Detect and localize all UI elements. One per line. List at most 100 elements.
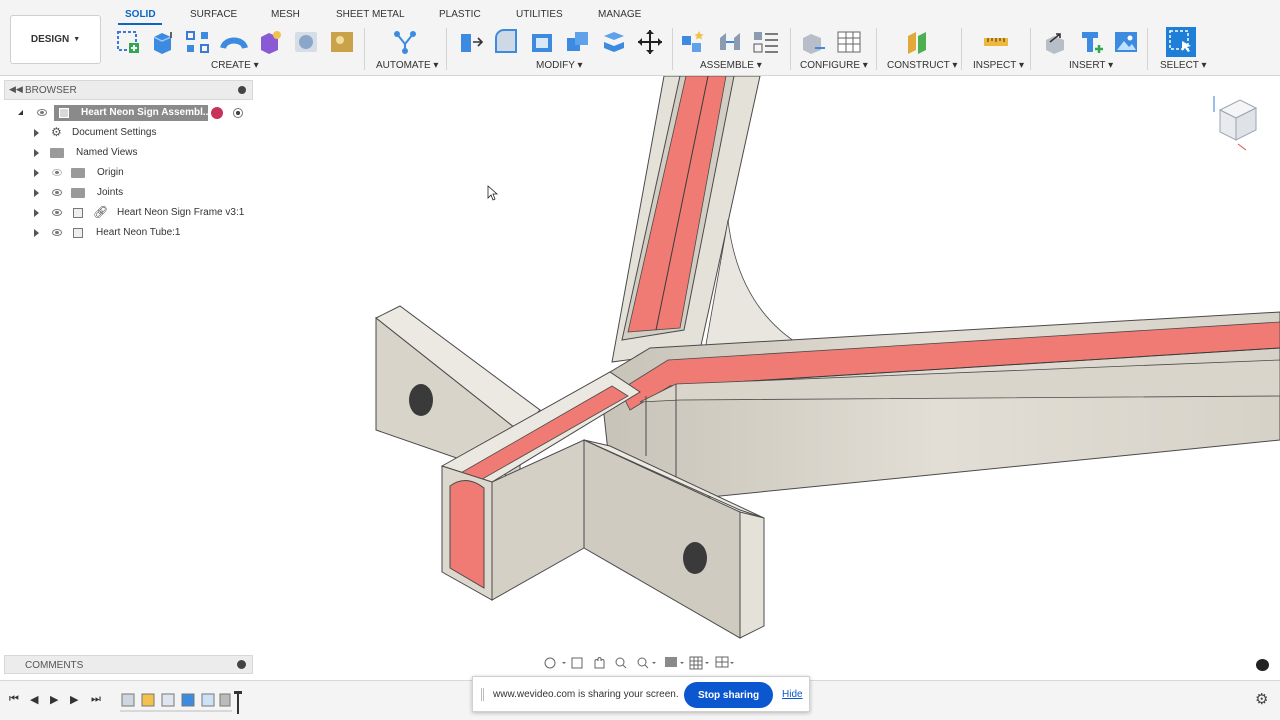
move-icon[interactable] [636,28,664,56]
expand-arrow-icon[interactable] [34,169,39,177]
tab-active-indicator [118,23,162,25]
sweep-icon[interactable] [220,28,248,56]
activate-radio-icon[interactable] [233,108,243,118]
tab-utilities[interactable]: UTILITIES [516,9,563,20]
configuration-table-icon[interactable] [835,28,863,56]
tab-manage[interactable]: MANAGE [598,9,641,20]
orbit-icon[interactable] [544,657,566,669]
expand-arrow-icon[interactable] [34,129,39,137]
tab-surface[interactable]: SURFACE [190,9,237,20]
browser-item-joints[interactable]: Joints [0,183,250,203]
combine-icon[interactable] [564,28,592,56]
browser-item-origin[interactable]: Origin [0,163,250,183]
feedback-icon[interactable] [1256,659,1269,671]
automate-group-label[interactable]: AUTOMATE ▾ [376,60,438,71]
hidden-eye-icon[interactable] [52,169,62,176]
new-component-icon[interactable] [679,28,707,56]
step-back-icon[interactable]: ◀ [30,693,38,706]
comments-panel-header[interactable]: COMMENTS [4,655,253,674]
browser-item-named-views[interactable]: Named Views [0,143,250,163]
expand-arrow-icon[interactable] [34,209,39,217]
expanded-arrow-icon[interactable] [18,110,23,115]
browser-root-item[interactable]: Heart Neon Sign Assembl... [0,103,250,123]
visibility-eye-icon[interactable] [37,109,47,116]
modify-group-label[interactable]: MODIFY ▾ [536,60,583,71]
stop-sharing-button[interactable]: Stop sharing [684,682,773,708]
tab-mesh[interactable]: MESH [271,9,300,20]
visibility-eye-icon[interactable] [52,209,62,216]
mounting-hole [683,542,707,574]
bill-of-materials-icon[interactable] [752,28,780,56]
viewcube-icon[interactable] [1208,92,1264,152]
browser-item-heart-neon-sign-frame[interactable]: 🔗︎ Heart Neon Sign Frame v3:1 [0,203,250,223]
pan-icon[interactable] [594,657,605,669]
select-group-label[interactable]: SELECT ▾ [1160,60,1207,71]
shell-icon[interactable] [528,28,556,56]
inspect-group-label[interactable]: INSPECT ▾ [973,60,1024,71]
create-sketch-icon[interactable] [114,28,142,56]
look-at-icon[interactable] [571,657,583,669]
panel-pin-icon[interactable] [238,86,246,94]
insert-mesh-icon[interactable] [292,28,320,56]
timeline-features[interactable] [120,689,246,717]
insert-group-label[interactable]: INSERT ▾ [1069,60,1113,71]
joint-icon[interactable] [716,28,744,56]
browser-panel-header[interactable]: ◀◀ BROWSER [4,80,253,100]
measure-icon[interactable] [982,28,1010,56]
expand-arrow-icon[interactable] [34,229,39,237]
fillet-icon[interactable] [492,28,520,56]
press-pull-icon[interactable] [456,28,484,56]
browser-item-document-settings[interactable]: ⚙ Document Settings [0,123,250,143]
offset-plane-icon[interactable] [904,28,932,56]
tab-plastic[interactable]: PLASTIC [439,9,481,20]
item-label: Heart Neon Tube:1 [96,227,181,238]
design-workspace-button[interactable]: DESIGN ▼ [10,15,101,64]
configuration-badge-icon[interactable] [211,107,223,119]
configure-icon[interactable] [799,28,827,56]
expand-arrow-icon[interactable] [34,149,39,157]
play-icon[interactable]: ▶ [50,693,58,706]
go-to-end-icon[interactable]: ⏭ [91,693,101,706]
viewports-icon[interactable] [715,656,734,668]
timeline-feature-icon [161,693,175,707]
collapse-panel-icon[interactable]: ◀◀ [9,84,23,95]
create-group-label[interactable]: CREATE ▾ [211,60,259,71]
go-to-start-icon[interactable]: ⏮ [9,693,19,706]
automate-icon[interactable] [391,28,419,56]
expand-arrow-icon[interactable] [34,189,39,197]
decal-icon[interactable] [328,28,356,56]
visibility-eye-icon[interactable] [52,189,62,196]
insert-derive-icon[interactable] [1042,28,1070,56]
offset-face-icon[interactable] [600,28,628,56]
zoom-icon[interactable] [615,657,627,669]
grid-settings-icon[interactable] [689,656,709,670]
drag-handle-icon[interactable] [481,688,484,701]
configure-group-label[interactable]: CONFIGURE ▾ [800,60,868,71]
toolbar: DESIGN ▼ SOLID SURFACE MESH SHEET METAL … [0,0,1280,76]
step-forward-icon[interactable]: ▶ [70,693,78,706]
display-settings-icon[interactable] [665,657,684,667]
item-label: Heart Neon Sign Frame v3:1 [117,207,245,218]
browser-item-heart-neon-tube[interactable]: Heart Neon Tube:1 [0,223,250,243]
assembly-doc-icon [59,108,69,118]
hide-link[interactable]: Hide [782,689,803,700]
divider [672,28,673,70]
zoom-window-icon[interactable] [637,657,656,669]
visibility-eye-icon[interactable] [52,229,62,236]
construct-group-label[interactable]: CONSTRUCT ▾ [887,60,957,71]
extrude-icon[interactable] [149,28,177,56]
mouse-cursor-icon [487,185,499,201]
pattern-icon[interactable] [184,28,212,56]
timeline-settings-gear-icon[interactable]: ⚙ [1255,690,1268,708]
select-icon[interactable] [1165,26,1197,58]
insert-component-icon[interactable] [1078,28,1106,56]
tab-sheet-metal[interactable]: SHEET METAL [336,9,405,20]
tab-solid[interactable]: SOLID [125,9,156,20]
gear-icon: ⚙ [51,125,62,139]
timeline-feature-icon [121,693,135,707]
form-icon[interactable] [256,28,284,56]
canvas-icon[interactable] [1112,28,1140,56]
assemble-group-label[interactable]: ASSEMBLE ▾ [700,60,762,71]
divider [961,28,962,70]
add-comment-icon[interactable] [237,660,246,669]
